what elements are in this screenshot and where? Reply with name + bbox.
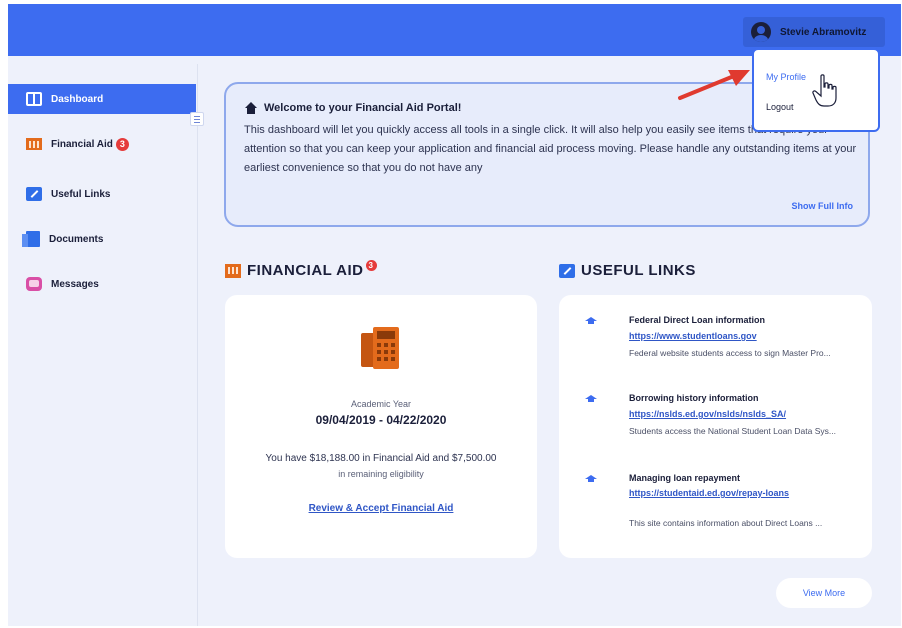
financial-aid-card: Academic Year 09/04/2019 - 04/22/2020 Yo… — [225, 295, 537, 558]
dashboard-icon — [26, 92, 42, 106]
menu-item-my-profile[interactable]: My Profile — [766, 72, 806, 82]
academic-year-label: Academic Year — [350, 399, 412, 409]
academic-year-range: 09/04/2019 - 04/22/2020 — [315, 413, 447, 427]
link-title: Federal Direct Loan information — [629, 315, 766, 325]
graduation-cap-icon — [585, 317, 597, 325]
user-menu-button[interactable]: Stevie Abramovitz — [743, 17, 885, 47]
sidebar-item-documents[interactable]: Documents — [8, 224, 196, 254]
notification-badge: 3 — [365, 260, 377, 271]
link-url[interactable]: https://nslds.ed.gov/nslds/nslds_SA/ — [629, 408, 857, 420]
link-description: This site contains information about Dir… — [629, 518, 823, 528]
link-description: Federal website students access to sign … — [629, 348, 831, 358]
review-accept-link[interactable]: Review & Accept Financial Aid — [225, 503, 537, 514]
show-full-info-link[interactable]: Show Full Info — [792, 201, 854, 211]
link-description: Students access the National Student Loa… — [629, 426, 836, 436]
link-url[interactable]: https://www.studentloans.gov — [629, 330, 857, 342]
financial-aid-heading: FINANCIAL AID 3 — [225, 260, 377, 279]
sidebar-item-label: Dashboard — [51, 93, 104, 105]
remaining-eligibility: in remaining eligibility — [338, 469, 424, 479]
aid-summary: You have $18,188.00 in Financial Aid and… — [265, 453, 497, 464]
user-name: Stevie Abramovitz — [780, 26, 867, 38]
home-icon — [244, 102, 258, 114]
sidebar: Dashboard Financial Aid 3 Useful Links D… — [8, 64, 198, 626]
sidebar-item-label: Documents — [49, 233, 104, 245]
portal-window: Stevie Abramovitz Dashboard Financial Ai… — [8, 4, 901, 626]
useful-links-card: Federal Direct Loan information https://… — [559, 295, 872, 558]
red-arrow-annotation — [678, 70, 750, 100]
link-icon — [559, 263, 575, 278]
bank-icon — [26, 138, 42, 150]
sidebar-collapse-handle[interactable] — [190, 112, 204, 126]
sidebar-item-messages[interactable]: Messages — [8, 269, 196, 299]
sidebar-item-useful-links[interactable]: Useful Links — [8, 179, 196, 209]
menu-item-logout[interactable]: Logout — [766, 102, 794, 112]
view-more-button[interactable]: View More — [776, 578, 872, 608]
hand-cursor-icon — [812, 74, 837, 107]
calculator-icon — [361, 327, 401, 373]
sidebar-item-label: Financial Aid — [51, 138, 113, 150]
welcome-title: Welcome to your Financial Aid Portal! — [264, 102, 462, 114]
sidebar-item-dashboard[interactable]: Dashboard — [8, 84, 196, 114]
documents-icon — [22, 231, 40, 247]
useful-links-heading: USEFUL LINKS — [559, 262, 696, 279]
user-avatar-icon — [751, 22, 771, 42]
financial-aid-title: FINANCIAL AID — [247, 262, 364, 279]
link-url[interactable]: https://studentaid.ed.gov/repay-loans — [629, 487, 857, 499]
sidebar-item-label: Useful Links — [51, 188, 111, 200]
link-title: Borrowing history information — [629, 393, 759, 403]
messages-icon — [26, 277, 42, 291]
graduation-cap-icon — [585, 475, 597, 483]
sidebar-item-label: Messages — [51, 278, 99, 290]
link-title: Managing loan repayment — [629, 473, 741, 483]
useful-links-title: USEFUL LINKS — [581, 262, 696, 279]
sidebar-item-financial-aid[interactable]: Financial Aid 3 — [8, 129, 196, 159]
bank-icon — [225, 263, 241, 278]
graduation-cap-icon — [585, 395, 597, 403]
notification-badge: 3 — [115, 137, 129, 151]
link-icon — [26, 187, 42, 201]
